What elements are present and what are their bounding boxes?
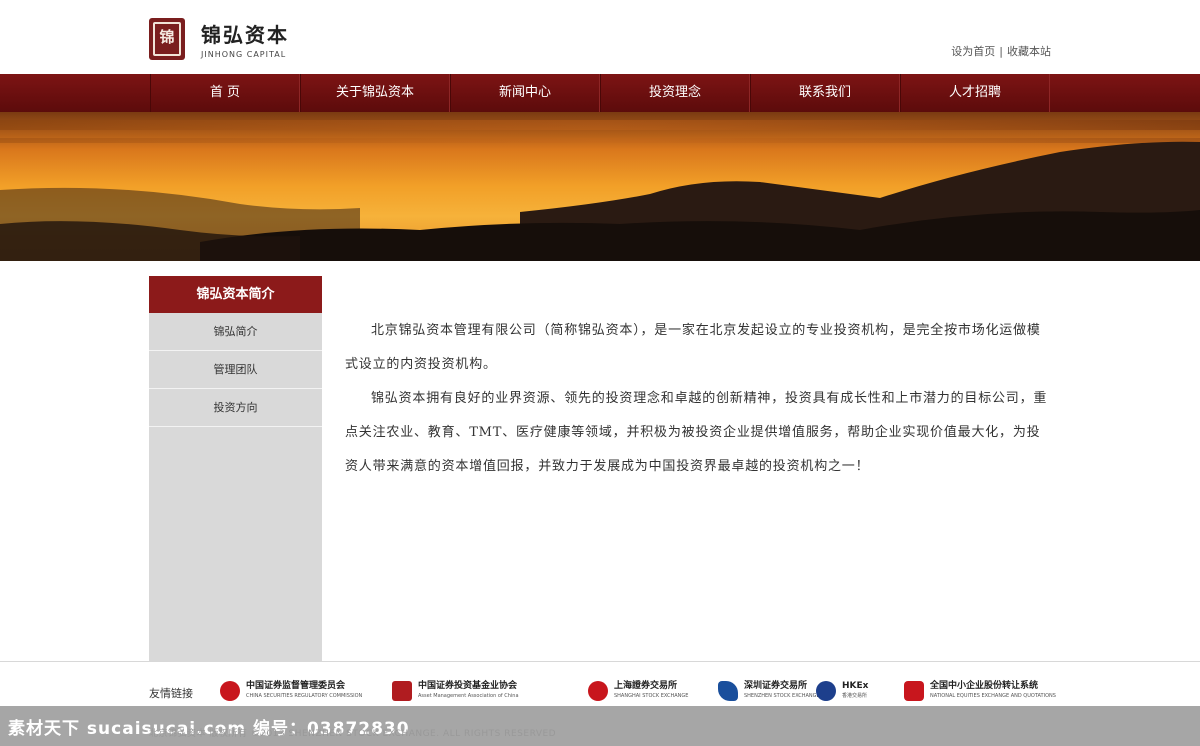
szse-logo-icon [718,681,738,701]
hkex-logo-icon [816,681,836,701]
sidebar-item-direction[interactable]: 投资方向 [149,389,322,427]
article-paragraph: 锦弘资本拥有良好的业界资源、领先的投资理念和卓越的创新精神，投资具有成长性和上市… [345,391,1048,474]
brand-name-cn: 锦弘资本 [201,23,289,47]
hero-banner-image [0,112,1200,261]
top-links: 设为首页 | 收藏本站 [951,43,1051,59]
partner-link-amac[interactable]: 中国证券投资基金业协会 Asset Management Association … [392,678,519,704]
nav-item-news[interactable]: 新闻中心 [450,74,600,112]
partner-link-neeq[interactable]: 全国中小企业股份转让系统 NATIONAL EQUITIES EXCHANGE A… [904,678,1056,704]
seal-logo-icon: 锦 [149,18,185,60]
set-homepage-link[interactable]: 设为首页 [951,45,995,58]
copyright-text: 北京锦弘资本 版权所有 ©2013 SHENZHEN STOCK EXCHANG… [149,729,557,739]
sidebar-title: 锦弘资本简介 [149,276,322,313]
nav-item-philosophy[interactable]: 投资理念 [600,74,750,112]
nav-item-careers[interactable]: 人才招聘 [900,74,1050,112]
site-header: 锦 锦弘资本 JINHONG CAPITAL 设为首页 | 收藏本站 [0,0,1200,74]
partner-link-csrc[interactable]: 中国证券监督管理委员会 CHINA SECURITIES REGULATORY C… [220,678,362,704]
partner-link-hkex[interactable]: HKEx 香港交易所 [816,678,868,704]
sse-logo-icon [588,681,608,701]
neeq-logo-icon [904,681,924,701]
main-article: 北京锦弘资本管理有限公司（简称锦弘资本），是一家在北京发起设立的专业投资机构，是… [345,314,1051,484]
nav-item-home[interactable]: 首 页 [150,74,300,112]
article-paragraph: 北京锦弘资本管理有限公司（简称锦弘资本），是一家在北京发起设立的专业投资机构，是… [345,323,1041,372]
site-footer: 友情链接 中国证券监督管理委员会 CHINA SECURITIES REGULAT… [0,661,1200,746]
brand-logo[interactable]: 锦 锦弘资本 JINHONG CAPITAL [149,18,289,60]
main-nav: 首 页 关于锦弘资本 新闻中心 投资理念 联系我们 人才招聘 [0,74,1200,112]
bookmark-link[interactable]: 收藏本站 [1007,45,1051,58]
csrc-logo-icon [220,681,240,701]
partner-link-szse[interactable]: 深圳证券交易所 SHENZHEN STOCK EXCHANGE [718,678,820,704]
nav-item-about[interactable]: 关于锦弘资本 [300,74,450,112]
top-links-separator: | [999,45,1003,58]
sidebar: 锦弘资本简介 锦弘简介 管理团队 投资方向 [149,276,322,661]
partner-link-sse[interactable]: 上海證券交易所 SHANGHAI STOCK EXCHANGE [588,678,688,704]
amac-logo-icon [392,681,412,701]
sidebar-item-intro[interactable]: 锦弘简介 [149,313,322,351]
sidebar-item-team[interactable]: 管理团队 [149,351,322,389]
brand-name-en: JINHONG CAPITAL [201,50,287,59]
nav-item-contact[interactable]: 联系我们 [750,74,900,112]
content-area: 锦弘资本简介 锦弘简介 管理团队 投资方向 北京锦弘资本管理有限公司（简称锦弘资… [149,276,1051,661]
friendly-links-label: 友情链接 [149,687,193,700]
